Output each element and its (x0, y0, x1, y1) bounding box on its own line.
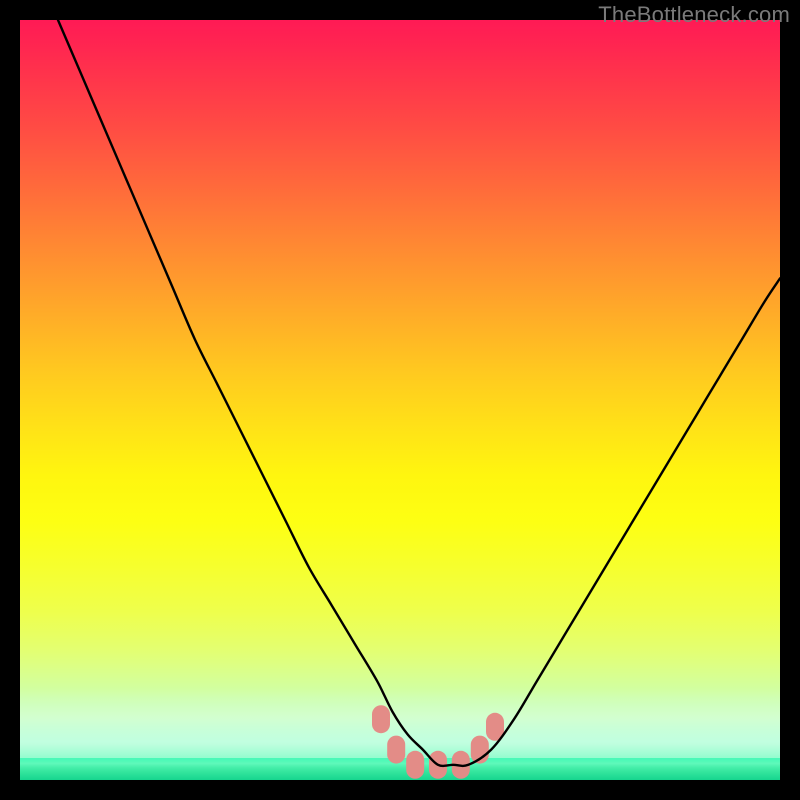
chart-frame: TheBottleneck.com (0, 0, 800, 800)
curve-layer (20, 20, 780, 780)
bottleneck-curve (58, 20, 780, 766)
watermark-text: TheBottleneck.com (598, 2, 790, 28)
floor-markers-group (372, 705, 504, 779)
floor-marker (372, 705, 390, 733)
plot-area (20, 20, 780, 780)
floor-marker (387, 736, 405, 764)
floor-marker (406, 751, 424, 779)
